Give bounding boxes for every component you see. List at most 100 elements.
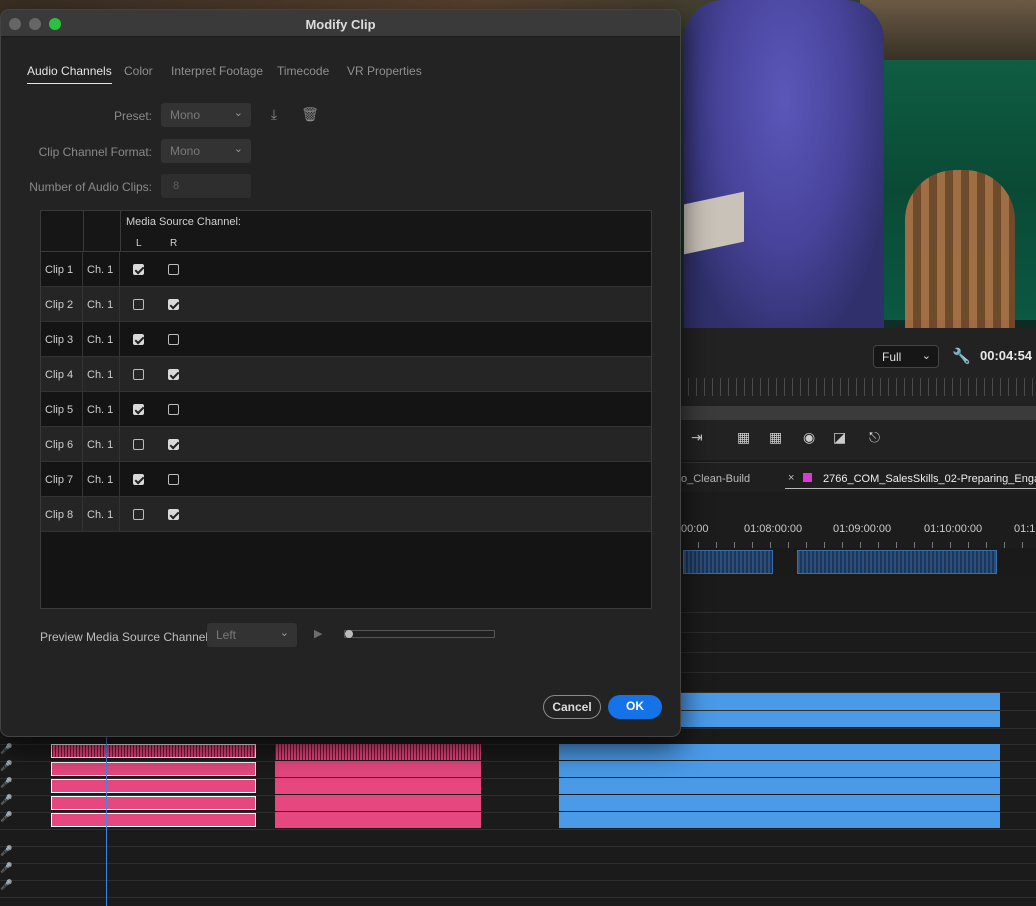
- extract-icon[interactable]: ▦: [769, 429, 782, 446]
- table-row: Clip 8 Ch. 1: [41, 497, 651, 532]
- channel-cell: Ch. 1: [83, 392, 120, 426]
- audio-clip[interactable]: [275, 778, 481, 794]
- right-channel-checkbox[interactable]: [168, 404, 179, 415]
- clip-channel-format-label: Clip Channel Format:: [38, 145, 152, 159]
- audio-clip[interactable]: [681, 693, 1000, 710]
- table-row: Clip 3 Ch. 1: [41, 322, 651, 357]
- tab-audio-channels[interactable]: Audio Channels: [27, 64, 112, 84]
- vr-icon[interactable]: ⎋: [869, 429, 880, 446]
- microphone-icon[interactable]: 🎤: [0, 778, 12, 792]
- trash-icon[interactable]: 🗑: [301, 106, 319, 124]
- save-preset-icon[interactable]: ⤓: [265, 106, 283, 124]
- table-row: Clip 6 Ch. 1: [41, 427, 651, 462]
- program-scrub-bar[interactable]: [681, 406, 1036, 420]
- ruler-timecode: 01:08:00:00: [744, 523, 803, 535]
- audio-clip[interactable]: [559, 761, 1000, 777]
- microphone-icon[interactable]: 🎤: [0, 846, 12, 860]
- channel-cell: Ch. 1: [83, 462, 120, 496]
- clip-name-cell: Clip 7: [41, 462, 83, 496]
- audio-clip[interactable]: [51, 744, 256, 758]
- close-icon[interactable]: ×: [788, 472, 794, 484]
- program-timecode[interactable]: 00:04:54: [980, 348, 1032, 363]
- preview-media-source-label: Preview Media Source Channel:: [40, 630, 212, 644]
- playhead[interactable]: [106, 735, 107, 906]
- ruler-timecode: 00:00: [681, 523, 709, 535]
- audio-clip[interactable]: [275, 812, 481, 828]
- audio-clip[interactable]: [51, 779, 256, 793]
- left-channel-checkbox[interactable]: [133, 404, 144, 415]
- audio-clip[interactable]: [275, 795, 481, 811]
- video-clip[interactable]: [797, 550, 997, 574]
- video-clip[interactable]: [683, 550, 773, 574]
- tab-color[interactable]: Color: [124, 64, 153, 78]
- right-channel-checkbox[interactable]: [168, 474, 179, 485]
- left-channel-checkbox[interactable]: [133, 299, 144, 310]
- go-to-out-icon[interactable]: ⇥: [691, 429, 703, 446]
- channel-cell: Ch. 1: [83, 427, 120, 461]
- number-of-audio-clips-input[interactable]: 8: [161, 174, 251, 198]
- preview-slider[interactable]: [344, 630, 495, 638]
- table-row: Clip 4 Ch. 1: [41, 357, 651, 392]
- right-channel-checkbox[interactable]: [168, 299, 179, 310]
- program-ruler[interactable]: [681, 378, 1036, 396]
- left-channel-checkbox[interactable]: [133, 264, 144, 275]
- microphone-icon[interactable]: 🎤: [0, 880, 12, 894]
- video-chair: [905, 170, 1015, 328]
- right-channel-checkbox[interactable]: [168, 509, 179, 520]
- right-channel-checkbox[interactable]: [168, 369, 179, 380]
- timeline-ruler[interactable]: 00:00 01:08:00:00 01:09:00:00 01:10:00:0…: [681, 492, 1036, 548]
- resolution-select[interactable]: Full ⌄: [873, 345, 939, 368]
- ruler-timecode: 01:09:00:00: [833, 523, 892, 535]
- preset-select[interactable]: Mono ⌄: [161, 103, 251, 127]
- left-channel-checkbox[interactable]: [133, 509, 144, 520]
- audio-clip[interactable]: [51, 796, 256, 810]
- sequence-tab[interactable]: o_Clean-Build: [681, 473, 750, 485]
- microphone-icon[interactable]: 🎤: [0, 744, 12, 758]
- dialog-titlebar[interactable]: Modify Clip: [1, 10, 680, 37]
- audio-clip[interactable]: [559, 744, 1000, 760]
- wrench-icon[interactable]: 🔧: [952, 347, 971, 365]
- microphone-icon[interactable]: 🎤: [0, 863, 12, 877]
- play-icon[interactable]: ▶: [314, 627, 328, 641]
- microphone-icon[interactable]: 🎤: [0, 761, 12, 775]
- audio-clip[interactable]: [681, 711, 1000, 727]
- left-channel-checkbox[interactable]: [133, 439, 144, 450]
- right-channel-checkbox[interactable]: [168, 439, 179, 450]
- ok-button[interactable]: OK: [608, 695, 662, 719]
- tab-interpret-footage[interactable]: Interpret Footage: [171, 64, 263, 78]
- sequence-tab-active[interactable]: 2766_COM_SalesSkills_02-Preparing_Engag: [823, 473, 1036, 485]
- tab-vr-properties[interactable]: VR Properties: [347, 64, 422, 78]
- audio-clip[interactable]: [559, 812, 1000, 828]
- microphone-icon[interactable]: 🎤: [0, 812, 12, 826]
- audio-clip[interactable]: [51, 813, 256, 827]
- table-row: Clip 5 Ch. 1: [41, 392, 651, 427]
- microphone-icon[interactable]: 🎤: [0, 795, 12, 809]
- left-channel-checkbox[interactable]: [133, 369, 144, 380]
- audio-clip[interactable]: [559, 778, 1000, 794]
- clip-name-cell: Clip 6: [41, 427, 83, 461]
- chevron-down-icon: ⌄: [233, 143, 243, 155]
- left-channel-checkbox[interactable]: [133, 334, 144, 345]
- audio-clip[interactable]: [275, 761, 481, 777]
- left-channel-checkbox[interactable]: [133, 474, 144, 485]
- clip-channel-format-select[interactable]: Mono ⌄: [161, 139, 251, 163]
- column-header-left: L: [136, 238, 142, 249]
- tab-timecode[interactable]: Timecode: [277, 64, 329, 78]
- audio-clip[interactable]: [51, 762, 256, 776]
- table-row: Clip 7 Ch. 1: [41, 462, 651, 497]
- preview-channel-select[interactable]: Left ⌄: [207, 623, 297, 647]
- lift-icon[interactable]: ▦: [737, 429, 750, 446]
- right-channel-checkbox[interactable]: [168, 334, 179, 345]
- clip-name-cell: Clip 2: [41, 287, 83, 321]
- audio-clip[interactable]: [559, 795, 1000, 811]
- video-track-strip: [681, 548, 1036, 576]
- number-of-audio-clips-label: Number of Audio Clips:: [29, 180, 152, 194]
- audio-clip[interactable]: [275, 744, 481, 760]
- right-channel-checkbox[interactable]: [168, 264, 179, 275]
- column-divider: [120, 211, 121, 252]
- audio-track: [0, 864, 1036, 881]
- camera-icon[interactable]: ◉: [803, 429, 815, 446]
- compare-icon[interactable]: ◪: [833, 429, 846, 446]
- slider-knob[interactable]: [345, 630, 353, 638]
- cancel-button[interactable]: Cancel: [543, 695, 601, 719]
